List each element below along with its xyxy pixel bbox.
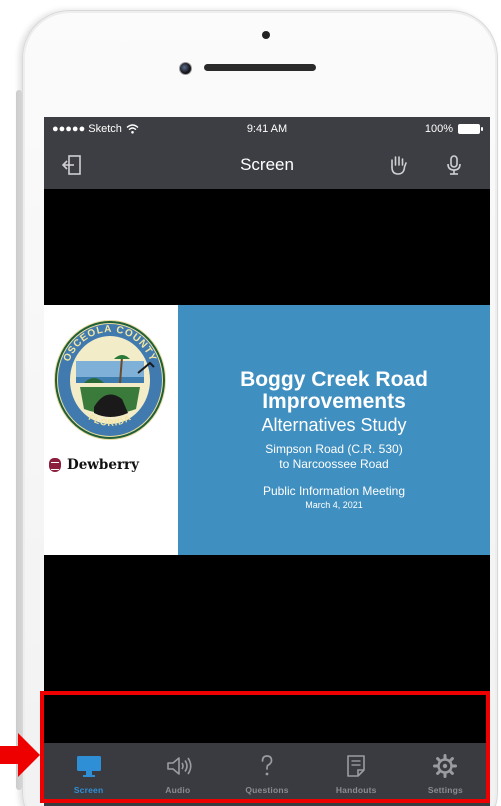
stage: ●●●●● Sketch 9:41 AM 100% Screen OSCEOLA… xyxy=(0,0,501,806)
microphone-icon[interactable] xyxy=(442,153,466,177)
front-camera xyxy=(179,62,192,75)
slide-title-line1: Boggy Creek Road xyxy=(240,368,428,391)
slide-meeting-label: Public Information Meeting xyxy=(262,484,406,498)
status-bar: ●●●●● Sketch 9:41 AM 100% xyxy=(44,117,490,141)
clock: 9:41 AM xyxy=(246,123,288,135)
battery-percent: 100% xyxy=(424,123,453,135)
dewberry-wordmark: Dewberry xyxy=(67,457,140,473)
front-sensor xyxy=(262,31,270,39)
battery-icon xyxy=(458,124,483,134)
nav-bar: Screen xyxy=(44,141,490,189)
video-area-top xyxy=(44,189,490,305)
county-seal-logo: OSCEOLA COUNTY FLORIDA xyxy=(54,320,166,440)
dewberry-mark xyxy=(49,458,61,472)
pointer-arrow-icon xyxy=(0,733,40,777)
slide-title-line2: Improvements xyxy=(262,390,406,413)
slide-subtitle: Alternatives Study xyxy=(261,415,407,435)
tab-bar-highlight-box xyxy=(40,691,490,803)
presentation-slide: OSCEOLA COUNTY FLORIDA Dewberry Boggy Cr… xyxy=(44,305,490,555)
dewberry-logo: Dewberry xyxy=(49,457,139,473)
slide-logo-panel: OSCEOLA COUNTY FLORIDA Dewberry xyxy=(44,305,178,555)
slide-title-panel: Boggy Creek Road Improvements Alternativ… xyxy=(178,305,490,555)
battery-indicator: 100% xyxy=(424,123,483,135)
slide-road-line2: to Narcoossee Road xyxy=(279,457,389,471)
page-title: Screen xyxy=(240,155,294,174)
raise-hand-icon[interactable] xyxy=(386,153,410,177)
slide-road-line1: Simpson Road (C.R. 530) xyxy=(265,442,403,456)
earpiece-speaker xyxy=(204,64,316,71)
slide-date: March 4, 2021 xyxy=(305,500,363,510)
